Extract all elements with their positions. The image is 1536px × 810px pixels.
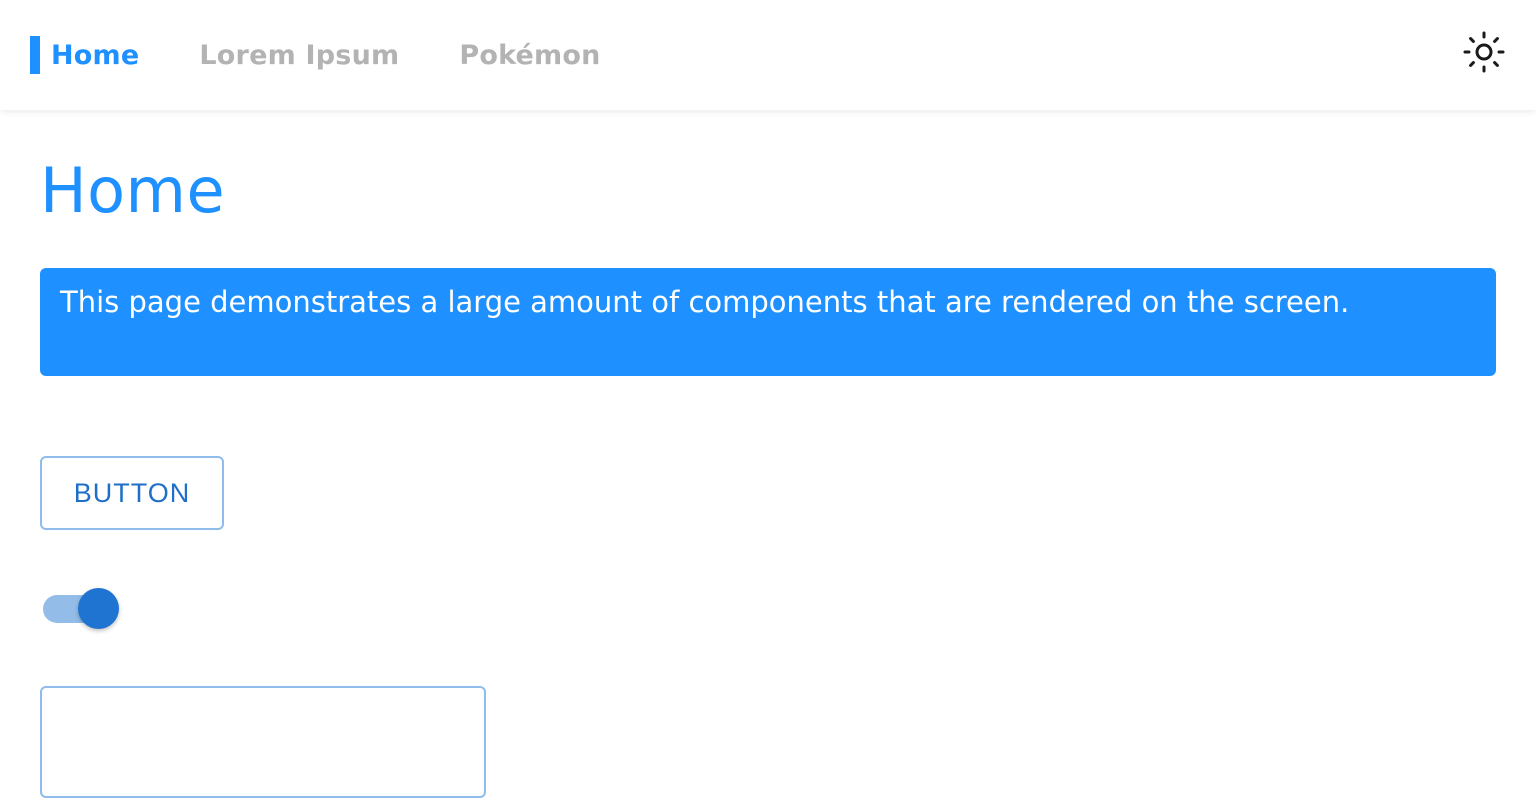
theme-toggle-button[interactable] [1458, 26, 1510, 78]
info-banner-text: This page demonstrates a large amount of… [60, 285, 1350, 319]
sun-icon [1463, 31, 1505, 73]
page-title: Home [40, 154, 226, 227]
switch-thumb [78, 588, 119, 629]
main-content: Home This page demonstrates a large amou… [40, 110, 1496, 798]
top-navigation-bar: Home Lorem Ipsum Pokémon [0, 0, 1536, 110]
nav-link-lorem-ipsum[interactable]: Lorem Ipsum [199, 36, 399, 74]
nav-link-pokemon[interactable]: Pokémon [459, 36, 600, 74]
active-nav-indicator [30, 36, 40, 74]
main-nav: Home Lorem Ipsum Pokémon [30, 36, 661, 74]
text-input[interactable] [40, 686, 486, 798]
nav-link-home[interactable]: Home [51, 36, 139, 74]
outlined-button[interactable]: BUTTON [40, 456, 224, 530]
info-banner: This page demonstrates a large amount of… [40, 268, 1496, 376]
toggle-switch[interactable] [43, 588, 121, 630]
